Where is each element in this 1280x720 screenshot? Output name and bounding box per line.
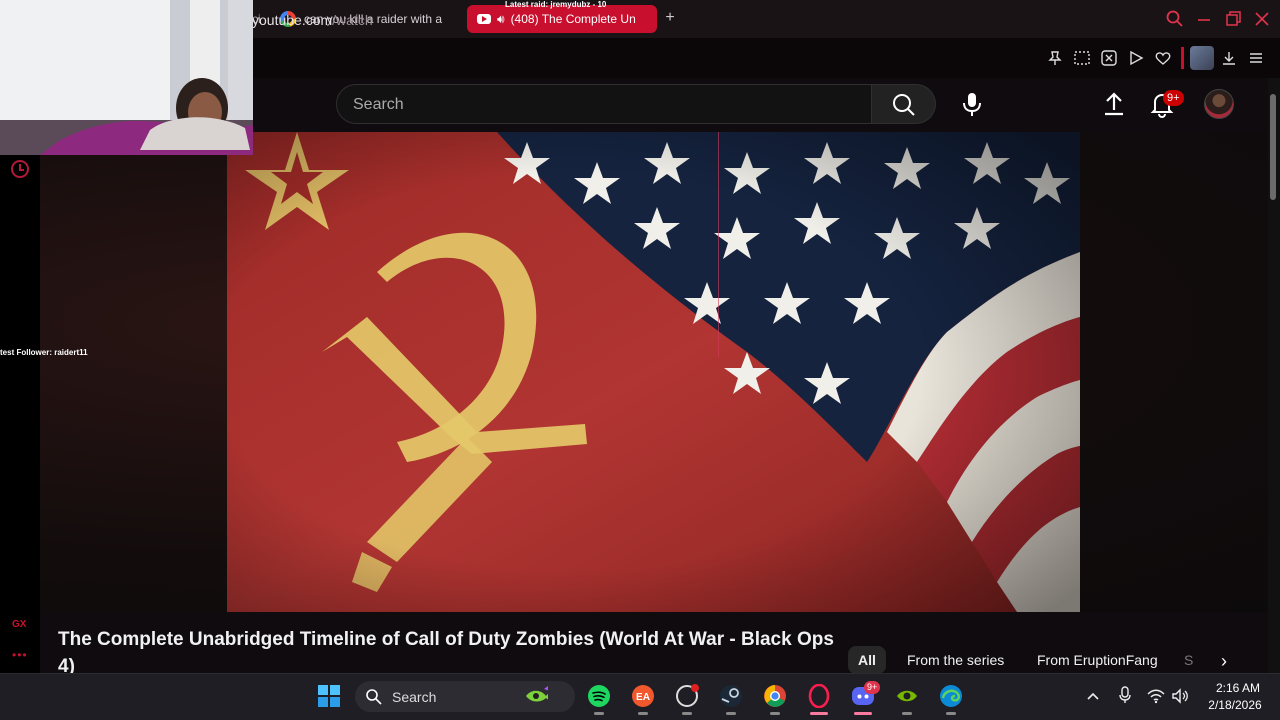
edge-icon[interactable]	[939, 684, 963, 708]
notification-badge: 9+	[1163, 90, 1184, 106]
steam-running-indicator	[726, 712, 736, 715]
discord-active-indicator	[854, 712, 872, 715]
restore-icon[interactable]	[1223, 9, 1243, 29]
nvidia-icon[interactable]	[895, 684, 919, 708]
ea-running-indicator	[638, 712, 648, 715]
opera-gx-icon[interactable]	[807, 684, 831, 708]
video-player[interactable]	[227, 132, 1080, 612]
screen: ci can you kill a raider with a 🔊︎ (408)…	[0, 0, 1280, 720]
chrome-running-indicator	[770, 712, 780, 715]
youtube-icon	[477, 14, 491, 24]
play-icon[interactable]	[1127, 50, 1145, 66]
taskbar-time[interactable]: 2:16 AM	[1213, 681, 1263, 695]
edge-running-indicator	[946, 712, 956, 715]
latest-raid-overlay: Latest raid: jremydubz - 10	[505, 0, 607, 9]
microphone-icon[interactable]	[952, 84, 992, 124]
ea-app-icon[interactable]: EA	[631, 684, 655, 708]
taskbar-date[interactable]: 2/18/2026	[1203, 698, 1267, 712]
history-clock-icon[interactable]	[11, 160, 29, 178]
chip-from-eruptionfang[interactable]: From EruptionFang	[1027, 646, 1168, 674]
tray-microphone-icon[interactable]	[1118, 686, 1132, 704]
webcam-overlay	[0, 0, 253, 155]
chip-all[interactable]: All	[848, 646, 886, 674]
taskbar-search-icon	[366, 689, 382, 705]
browser-sidebar	[0, 155, 40, 673]
svg-text:EA: EA	[636, 692, 650, 703]
taskbar-search-label: Search	[392, 689, 437, 705]
chip-from-the-series[interactable]: From the series	[897, 646, 1014, 674]
download-icon[interactable]	[1220, 50, 1238, 66]
spotify-icon[interactable]	[587, 684, 611, 708]
upload-icon[interactable]	[1098, 88, 1130, 120]
minimize-icon[interactable]	[1194, 9, 1214, 29]
new-tab-button[interactable]: +	[662, 9, 678, 27]
user-avatar[interactable]	[1204, 89, 1234, 119]
url-host: youtube.com	[252, 12, 333, 28]
search-button[interactable]	[872, 84, 936, 124]
discord-badge: 9+	[864, 681, 881, 694]
chevron-right-icon[interactable]: ›	[1212, 649, 1236, 673]
chrome-icon[interactable]	[763, 684, 787, 708]
steam-icon[interactable]	[719, 684, 743, 708]
toolbar-separator	[1181, 47, 1184, 69]
tab-label: (408) The Complete Un	[510, 12, 636, 26]
url-field[interactable]: youtube.com/watch	[252, 12, 373, 28]
chip-next-clipped[interactable]: S	[1178, 646, 1196, 674]
speaker-icon[interactable]: 🔊︎	[497, 12, 505, 27]
snapshot-icon[interactable]	[1073, 50, 1091, 66]
close-icon[interactable]	[1252, 9, 1272, 29]
spotify-running-indicator	[594, 712, 604, 715]
url-path: /watch	[332, 12, 373, 28]
scrollbar-thumb[interactable]	[1270, 94, 1276, 200]
heart-icon[interactable]	[1154, 50, 1172, 66]
sidebar-more-button[interactable]: •••	[12, 648, 28, 662]
rockstar-running-indicator	[682, 712, 692, 715]
search-input[interactable]: Search	[336, 84, 872, 124]
windows-start-icon[interactable]	[317, 684, 341, 708]
gx-button[interactable]: GX	[12, 619, 26, 630]
search-icon	[893, 94, 915, 116]
tab-youtube-active[interactable]: 🔊︎ (408) The Complete Un	[467, 5, 657, 33]
cursor-line	[718, 132, 719, 357]
latest-follower-overlay: test Follower: raidert11	[0, 348, 88, 357]
browser-search-icon[interactable]	[1165, 9, 1185, 29]
pin-icon[interactable]	[1046, 50, 1064, 66]
opera-active-indicator	[810, 712, 828, 715]
profile-avatar[interactable]	[1190, 46, 1214, 70]
nvidia-running-indicator	[902, 712, 912, 715]
menu-icon[interactable]	[1247, 50, 1265, 66]
mardi-gras-mask-icon	[526, 686, 548, 702]
video-title: The Complete Unabridged Timeline of Call…	[58, 629, 834, 677]
search-placeholder: Search	[353, 96, 404, 113]
tray-chevron-up-icon[interactable]	[1086, 689, 1100, 703]
adblock-icon[interactable]	[1100, 50, 1118, 66]
volume-icon[interactable]	[1171, 688, 1189, 704]
wifi-icon[interactable]	[1147, 688, 1165, 704]
rockstar-launcher-icon[interactable]	[675, 684, 699, 708]
